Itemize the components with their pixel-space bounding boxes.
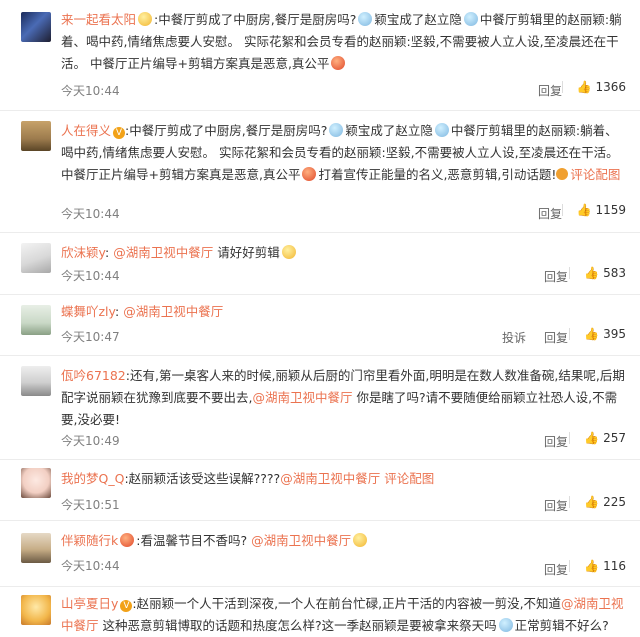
divider bbox=[569, 560, 571, 572]
comment-text: 伴颖随行k:看温馨节目不香吗? @湖南卫视中餐厅 bbox=[61, 530, 626, 552]
divider bbox=[569, 496, 571, 508]
comment-text: 我的梦Q_Q:赵丽颖活该受这些误解????@湖南卫视中餐厅 评论配图 bbox=[61, 471, 435, 486]
mention-link[interactable]: @湖南卫视中餐厅 bbox=[252, 390, 352, 405]
comment-text: 人在得义 V:中餐厅剪成了中厨房,餐厅是厨房吗? 颖宝成了赵立隐 中餐厅剪辑里的赵丽颖… bbox=[61, 123, 621, 182]
mention-link[interactable]: @湖南卫视中餐厅 bbox=[113, 245, 213, 260]
verified-icon: V bbox=[120, 600, 133, 612]
like-button[interactable]: 👍 1159 bbox=[552, 203, 626, 217]
smile-emoji-icon bbox=[281, 245, 296, 259]
avatar[interactable] bbox=[21, 366, 51, 396]
like-count: 1366 bbox=[595, 80, 626, 94]
comment-item: 伴颖随行k:看温馨节目不香吗? @湖南卫视中餐厅 今天10:44 回复 👍 116 bbox=[0, 521, 640, 587]
avatar[interactable] bbox=[21, 533, 51, 563]
comment-item: 我的梦Q_Q:赵丽颖活该受这些误解????@湖南卫视中餐厅 评论配图 今天10:… bbox=[0, 460, 640, 521]
timestamp: 今天10:49 bbox=[61, 434, 120, 448]
thumbs-up-icon: 👍 bbox=[584, 495, 600, 509]
avatar[interactable] bbox=[21, 468, 51, 498]
timestamp: 今天10:51 bbox=[61, 498, 120, 512]
username[interactable]: 蝶舞吖zly bbox=[61, 304, 115, 319]
avatar[interactable] bbox=[21, 12, 51, 42]
divider bbox=[561, 81, 563, 93]
comment-item: 佤吟67182:还有,第一桌客人来的时候,丽颖从后厨的门帘里看外面,明明是在数人… bbox=[0, 356, 640, 460]
emoji-icon bbox=[358, 12, 373, 26]
username[interactable]: 我的梦Q_Q bbox=[61, 471, 124, 486]
username[interactable]: 人在得义 bbox=[61, 123, 111, 138]
thumbs-up-icon: 👍 bbox=[576, 203, 592, 217]
divider bbox=[569, 432, 571, 444]
thumbs-up-icon: 👍 bbox=[584, 266, 600, 280]
avatar[interactable] bbox=[21, 305, 51, 335]
mention-link[interactable]: @湖南卫视中餐厅 bbox=[251, 533, 351, 548]
thumbs-up-icon: 👍 bbox=[584, 327, 600, 341]
sun-emoji-icon bbox=[138, 12, 153, 26]
emoji-icon bbox=[434, 123, 449, 137]
like-count: 583 bbox=[603, 266, 626, 280]
thumbs-up-icon: 👍 bbox=[584, 559, 600, 573]
verified-icon: V bbox=[113, 127, 126, 139]
comment-text: 佤吟67182:还有,第一桌客人来的时候,丽颖从后厨的门帘里看外面,明明是在数人… bbox=[61, 368, 625, 427]
like-button[interactable]: 👍 395 bbox=[559, 327, 626, 341]
like-count: 225 bbox=[603, 495, 626, 509]
username[interactable]: 来一起看太阳 bbox=[61, 12, 136, 27]
timestamp: 今天10:44 bbox=[61, 84, 120, 98]
avatar[interactable] bbox=[21, 121, 51, 151]
divider bbox=[569, 267, 571, 279]
like-button[interactable]: 👍 583 bbox=[559, 266, 626, 280]
comment-list: 来一起看太阳:中餐厅剪成了中厨房,餐厅是厨房吗? 颖宝成了赵立隐 中餐厅剪辑里的赵丽… bbox=[0, 0, 640, 633]
report-button[interactable]: 投诉 bbox=[502, 329, 526, 346]
comment-item: 来一起看太阳:中餐厅剪成了中厨房,餐厅是厨房吗? 颖宝成了赵立隐 中餐厅剪辑里的赵丽… bbox=[0, 0, 640, 111]
like-count: 257 bbox=[603, 431, 626, 445]
emoji-icon bbox=[120, 533, 135, 547]
mention-link[interactable]: @湖南卫视中餐厅 bbox=[280, 471, 380, 486]
like-button[interactable]: 👍 116 bbox=[559, 559, 626, 573]
thumbs-up-icon: 👍 bbox=[576, 80, 592, 94]
comment-text: 欣沫颖y: @湖南卫视中餐厅 请好好剪辑 bbox=[61, 242, 626, 264]
angry-emoji-icon bbox=[302, 167, 317, 181]
comment-item: 蝶舞吖zly: @湖南卫视中餐厅 今天10:47 投诉 回复 👍 395 bbox=[0, 295, 640, 356]
comment-item: 山亭夏日y V:赵丽颖一个人干活到深夜,一个人在前台忙碌,正片干活的内容被一剪没,… bbox=[0, 587, 640, 633]
avatar[interactable] bbox=[21, 243, 51, 273]
timestamp: 今天10:44 bbox=[61, 269, 120, 283]
divider bbox=[569, 328, 571, 340]
comment-text: 蝶舞吖zly: @湖南卫视中餐厅 bbox=[61, 304, 224, 319]
mention-link[interactable]: @湖南卫视中餐厅 bbox=[123, 304, 223, 319]
comment-item: 人在得义 V:中餐厅剪成了中厨房,餐厅是厨房吗? 颖宝成了赵立隐 中餐厅剪辑里的赵丽颖… bbox=[0, 111, 640, 233]
timestamp: 今天10:44 bbox=[61, 207, 120, 221]
like-count: 116 bbox=[603, 559, 626, 573]
timestamp: 今天10:44 bbox=[61, 559, 120, 573]
username[interactable]: 佤吟67182 bbox=[61, 368, 126, 383]
like-count: 1159 bbox=[595, 203, 626, 217]
like-button[interactable]: 👍 257 bbox=[559, 431, 626, 445]
like-count: 395 bbox=[603, 327, 626, 341]
image-link[interactable]: 评论配图 bbox=[556, 167, 620, 182]
avatar[interactable] bbox=[21, 595, 51, 625]
emoji-icon bbox=[329, 123, 344, 137]
emoji-icon bbox=[498, 618, 513, 632]
comment-text: 山亭夏日y V:赵丽颖一个人干活到深夜,一个人在前台忙碌,正片干活的内容被一剪没,… bbox=[61, 596, 624, 633]
username[interactable]: 欣沫颖y bbox=[61, 245, 105, 260]
image-link[interactable]: 评论配图 bbox=[384, 471, 434, 486]
emoji-icon bbox=[463, 12, 478, 26]
username[interactable]: 山亭夏日y bbox=[61, 596, 118, 611]
image-icon bbox=[556, 168, 569, 180]
smug-emoji-icon bbox=[353, 533, 368, 547]
comment-item: 欣沫颖y: @湖南卫视中餐厅 请好好剪辑 今天10:44 回复 👍 583 bbox=[0, 233, 640, 295]
username[interactable]: 伴颖随行k bbox=[61, 533, 118, 548]
timestamp: 今天10:47 bbox=[61, 330, 120, 344]
like-button[interactable]: 👍 225 bbox=[559, 495, 626, 509]
comment-text: 来一起看太阳:中餐厅剪成了中厨房,餐厅是厨房吗? 颖宝成了赵立隐 中餐厅剪辑里的赵丽… bbox=[61, 12, 622, 71]
angry-emoji-icon bbox=[331, 56, 346, 70]
like-button[interactable]: 👍 1366 bbox=[552, 80, 626, 94]
divider bbox=[561, 204, 563, 216]
thumbs-up-icon: 👍 bbox=[584, 431, 600, 445]
